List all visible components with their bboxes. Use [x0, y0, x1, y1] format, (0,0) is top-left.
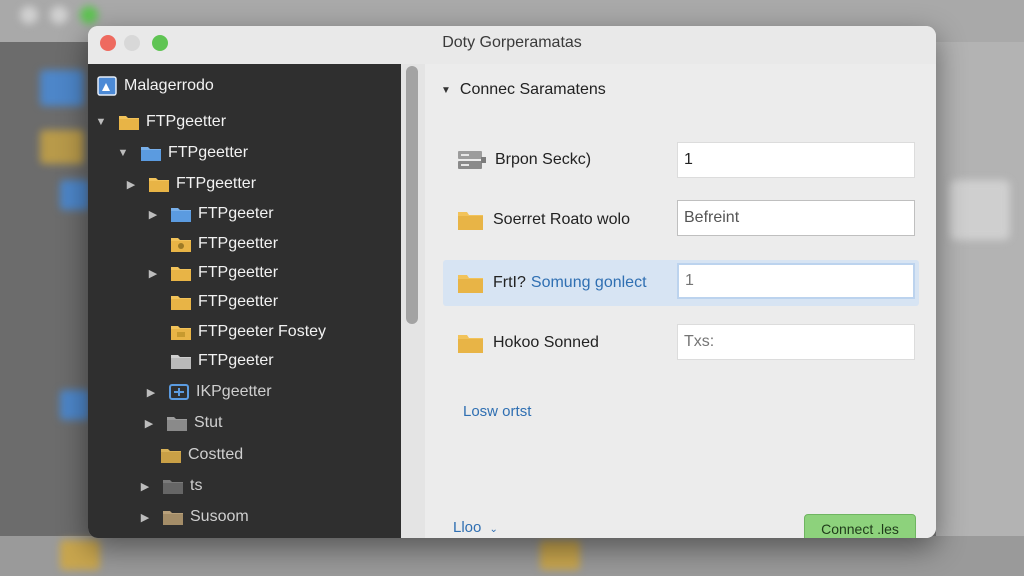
folder-icon [163, 511, 183, 525]
disclosure-closed-icon[interactable]: ▶ [138, 511, 152, 524]
section-title: Connec Saramatens [459, 81, 606, 98]
sidebar-root[interactable]: Malagerrodo [96, 72, 214, 100]
title-bar: Doty Gorperamatas [88, 26, 936, 65]
network-folder-icon [169, 384, 189, 400]
sidebar-item-label: Susoom [190, 508, 249, 525]
sidebar-item-label: FTPgeeter [198, 205, 274, 222]
sidebar-item-0[interactable]: ▼ FTPgeetter [94, 108, 226, 136]
param-label-link[interactable]: Somung gonlect [531, 274, 647, 292]
folder-icon [141, 147, 161, 161]
footer-menu-link[interactable]: Lloo ⌄ [453, 519, 498, 536]
sidebar-item-label: ts [190, 477, 203, 494]
sidebar-item-8[interactable]: FTPgeeter [170, 347, 274, 375]
disclosure-closed-icon[interactable]: ▶ [146, 267, 160, 280]
sidebar-item-11[interactable]: Costted [160, 441, 243, 469]
disclosure-open-icon[interactable]: ▼ [116, 147, 130, 159]
sidebar-item-label: FTPgeeter [198, 352, 274, 369]
param-input-2[interactable] [677, 200, 915, 236]
sidebar-item-7[interactable]: FTPgeeter Fostey [170, 318, 326, 346]
sidebar-root-label: Malagerrodo [124, 77, 214, 94]
sidebar-item-label: FTPgeetter [198, 264, 279, 281]
folder-icon [171, 238, 191, 252]
param-input-4[interactable] [677, 324, 915, 360]
sidebar-item-label: FTPgeetter [198, 293, 279, 310]
param-label: Brpon Seckc) [495, 151, 592, 168]
disclosure-closed-icon[interactable]: ▶ [144, 386, 158, 399]
param-input-3[interactable] [677, 263, 915, 299]
disclosure-closed-icon[interactable]: ▶ [142, 417, 156, 430]
sidebar-item-label: IKPgeetter [196, 383, 272, 400]
disclosure-closed-icon[interactable]: ▶ [146, 208, 160, 221]
param-label: Hokoo Sonned [493, 334, 599, 351]
disclosure-closed-icon[interactable]: ▶ [138, 480, 152, 493]
sidebar-tree: Malagerrodo ▼ FTPgeetter ▼ FTPgeetter ▶ … [88, 64, 401, 538]
sidebar-item-13[interactable]: ▶ Susoom [138, 503, 249, 531]
sidebar-item-10[interactable]: ▶ Stut [142, 409, 222, 437]
sidebar-item-label: FTPgeetter [168, 144, 249, 161]
param-input-1[interactable] [677, 142, 915, 178]
server-icon [458, 151, 486, 169]
param-label-prefix: FrtI? [493, 274, 526, 291]
disclosure-closed-icon[interactable]: ▶ [124, 178, 138, 191]
sidebar-scrollbar-thumb[interactable] [406, 66, 418, 324]
param-row-4: Hokoo Sonned [457, 323, 599, 363]
folder-icon [458, 335, 483, 353]
chevron-down-icon: ⌄ [489, 524, 498, 535]
sidebar-item-label: Costted [188, 446, 244, 463]
sidebar-item-label: FTPgeetter [176, 175, 257, 192]
param-row-3[interactable]: FrtI? Somung gonlect [457, 263, 647, 303]
sidebar-item-6[interactable]: FTPgeetter [170, 288, 278, 316]
sidebar-item-label: Stut [194, 414, 223, 431]
footer-menu-label: Lloo [453, 519, 482, 536]
sidebar-item-9[interactable]: ▶ IKPgeetter [144, 378, 272, 406]
sidebar-item-5[interactable]: ▶ FTPgeetter [146, 259, 278, 287]
sidebar-item-label: FTPgeeter Fostey [198, 323, 327, 340]
param-row-1: Brpon Seckc) [457, 140, 591, 180]
sidebar-item-label: FTPgeetter [146, 113, 227, 130]
sidebar-item-label: FTPgeetter [198, 235, 279, 252]
param-row-2: Soerret Roato wolo [457, 200, 630, 240]
param-label: Soerret Roato wolo [493, 211, 630, 228]
section-header[interactable]: ▼ Connec Saramatens [441, 78, 606, 102]
sidebar-item-2[interactable]: ▶ FTPgeetter [124, 170, 256, 198]
connect-button[interactable]: Connect .les [804, 514, 916, 538]
sidebar-item-3[interactable]: ▶ FTPgeeter [146, 200, 274, 228]
folder-icon [119, 116, 139, 130]
folder-icon [171, 208, 191, 222]
window-title: Doty Gorperamatas [442, 34, 582, 51]
connection-parameters-pane: ▼ Connec Saramatens Brpon Seckc) Soerret… [425, 64, 936, 538]
close-button[interactable] [100, 35, 116, 51]
folder-icon [163, 480, 183, 494]
connect-dialog-window: Doty Gorperamatas Malagerrodo ▼ FTPgeett… [88, 26, 936, 538]
advanced-options-link[interactable]: Losw ortst [463, 403, 531, 420]
folder-icon [171, 326, 191, 340]
minimize-button[interactable] [124, 35, 140, 51]
document-icon [97, 76, 117, 96]
folder-icon [171, 355, 191, 369]
folder-icon [149, 178, 169, 192]
folder-icon [171, 267, 191, 281]
zoom-button[interactable] [152, 35, 168, 51]
sidebar-item-4[interactable]: FTPgeetter [170, 230, 278, 258]
folder-icon [458, 212, 483, 230]
sidebar-item-1[interactable]: ▼ FTPgeetter [116, 139, 248, 167]
folder-icon [171, 296, 191, 310]
folder-icon [167, 417, 187, 431]
folder-icon [458, 275, 483, 293]
folder-icon [161, 449, 181, 463]
disclosure-open-icon[interactable]: ▼ [94, 116, 108, 128]
collapse-caret-icon[interactable]: ▼ [441, 85, 451, 96]
sidebar-item-12[interactable]: ▶ ts [138, 472, 202, 500]
